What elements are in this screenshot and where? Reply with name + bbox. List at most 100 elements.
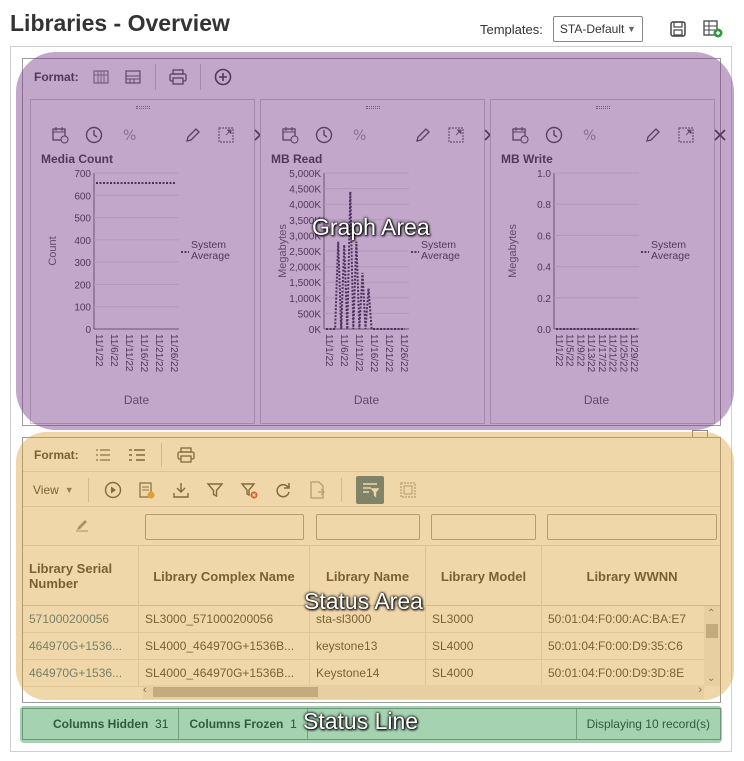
y-tick-label: 200	[74, 280, 91, 291]
y-tick-label: 4,000K	[289, 200, 321, 211]
y-tick-label: 0.6	[537, 231, 551, 242]
vertical-scrollbar[interactable]: ⌃ ⌄	[704, 606, 720, 686]
y-tick-label: 0.8	[537, 200, 551, 211]
y-tick-label: 0.2	[537, 294, 551, 305]
graph-area-label: Graph Area	[312, 214, 430, 240]
columns-hidden[interactable]: Columns Hidden 31	[23, 709, 180, 739]
filter-row	[23, 508, 720, 546]
record-count: Displaying 10 record(s)	[575, 709, 720, 739]
filter-row-toggle-icon[interactable]	[355, 475, 384, 504]
chart-card-mb-read: % MB Read 5,000K 4,500K 4,000K 3,500K 3,000K 2,…	[260, 99, 496, 424]
layout-columns-icon[interactable]	[91, 67, 111, 87]
separator	[87, 477, 89, 502]
y-tick-label: 500	[74, 214, 91, 225]
status-area-label: Status Area	[304, 588, 423, 614]
scroll-down-icon[interactable]: ⌄	[707, 673, 715, 684]
play-icon[interactable]	[103, 480, 123, 500]
scroll-thumb[interactable]	[153, 687, 318, 697]
scroll-thumb[interactable]	[706, 624, 718, 638]
filter-input-library-name[interactable]	[316, 514, 420, 540]
separator	[340, 477, 342, 502]
table-cell: 464970G+1536...	[23, 660, 139, 687]
series-line	[326, 191, 405, 330]
y-tick-label: 700	[74, 169, 91, 180]
scroll-right-icon[interactable]: ›	[698, 684, 702, 696]
list-summary-icon[interactable]	[127, 445, 147, 465]
filter-icon[interactable]	[205, 480, 225, 500]
graph-panel: Format: % Media Count 700 600 500 400 300 200 10…	[22, 58, 726, 426]
freeze-columns-icon[interactable]	[398, 480, 418, 500]
x-tick-label: 11/25/22	[617, 334, 628, 373]
templates-selected: STA-Default	[559, 22, 625, 36]
table-cell: SL4000_464970G+1536B...	[139, 660, 310, 687]
table-format-bar: Format:	[23, 438, 720, 472]
x-tick-label: 11/5/22	[564, 334, 575, 367]
x-tick-label: 11/9/22	[574, 334, 585, 367]
x-tick-label: 11/1/22	[323, 334, 334, 367]
view-menu-label: View	[33, 482, 59, 497]
y-tick-label: 1,000K	[289, 294, 321, 305]
scroll-up-icon[interactable]: ⌃	[707, 608, 715, 619]
table-cell: Keystone14	[310, 660, 426, 687]
filter-input-library-model[interactable]	[431, 514, 536, 540]
x-tick-label: 11/11/22	[123, 334, 134, 372]
x-tick-label: 11/16/22	[138, 334, 149, 373]
x-tick-label: 11/6/22	[338, 334, 349, 367]
columns-frozen[interactable]: Columns Frozen 1	[179, 709, 308, 739]
table-cell: SL4000	[426, 633, 542, 660]
x-tick-label: 11/1/22	[553, 334, 564, 367]
column-header[interactable]: Library WWNN	[542, 546, 720, 606]
status-line-label: Status Line	[303, 708, 419, 734]
y-tick-label: 0.4	[537, 263, 551, 274]
filter-input-complex-name[interactable]	[145, 514, 304, 540]
x-tick-label: 11/26/22	[398, 334, 409, 373]
y-tick-label: 2,500K	[289, 247, 321, 258]
column-header[interactable]: Library Model	[426, 546, 542, 606]
column-header[interactable]: Library Serial Number	[23, 546, 139, 606]
y-tick-label: 100	[74, 303, 91, 314]
scroll-left-icon[interactable]: ‹	[143, 684, 147, 696]
export-icon[interactable]	[307, 480, 327, 500]
chevron-down-icon: ▼	[64, 484, 74, 495]
refresh-icon[interactable]	[273, 480, 293, 500]
y-tick-label: 400	[74, 236, 91, 247]
y-tick-label: 600	[74, 191, 91, 202]
columns-hidden-label: Columns Hidden	[53, 717, 149, 731]
y-tick-label: 1,500K	[289, 278, 321, 289]
download-icon[interactable]	[171, 480, 191, 500]
print-icon[interactable]	[168, 67, 188, 87]
x-tick-label: 11/1/22	[93, 334, 104, 367]
save-as-icon[interactable]	[703, 20, 723, 38]
x-tick-label: 11/21/22	[383, 334, 394, 373]
columns-hidden-count: 31	[155, 717, 169, 731]
print-icon[interactable]	[176, 445, 196, 465]
layout-rows-icon[interactable]	[123, 67, 143, 87]
x-tick-label: 11/11/22	[353, 334, 364, 372]
list-detail-icon[interactable]	[93, 445, 113, 465]
table-row[interactable]: 464970G+1536... SL4000_464970G+1536B... Ke…	[23, 660, 704, 687]
table-cell: 50:01:04:F0:00:D9:3D:8E	[542, 660, 720, 687]
graph-format-label: Format:	[34, 70, 79, 84]
x-tick-label: 11/21/22	[607, 334, 618, 373]
add-graph-icon[interactable]	[213, 67, 233, 87]
table-cell: SL3000	[426, 606, 542, 633]
templates-control: Templates: STA-Default ▼	[480, 16, 643, 42]
separator	[160, 442, 162, 467]
chart-card-mb-write: % MB Write 1.0 0.8 0.6 0.4 0.2 0.0 11/1/22 11/5/2…	[490, 99, 726, 424]
table-row[interactable]: 464970G+1536... SL4000_464970G+1536B... ke…	[23, 633, 704, 660]
edit-record-icon[interactable]	[137, 480, 157, 500]
chevron-down-icon: ▼	[626, 24, 636, 34]
table-panel: Format: View ▼ Library Serial Number Lib…	[22, 437, 721, 703]
table-cell: 50:01:04:F0:00:AC:BA:E7	[542, 606, 720, 633]
pencil-icon	[75, 518, 89, 537]
column-header[interactable]: Library Complex Name	[139, 546, 310, 606]
horizontal-scrollbar[interactable]: ‹ ›	[143, 684, 704, 699]
y-axis-label: Megabytes	[507, 224, 519, 278]
clear-filter-icon[interactable]	[239, 480, 259, 500]
legend-label: Average	[651, 250, 690, 262]
save-icon[interactable]	[669, 20, 687, 38]
templates-select[interactable]: STA-Default ▼	[552, 16, 643, 42]
filter-input-wwnn[interactable]	[547, 514, 717, 540]
view-menu[interactable]: View ▼	[33, 483, 74, 497]
y-axis-label: Count	[47, 236, 59, 265]
